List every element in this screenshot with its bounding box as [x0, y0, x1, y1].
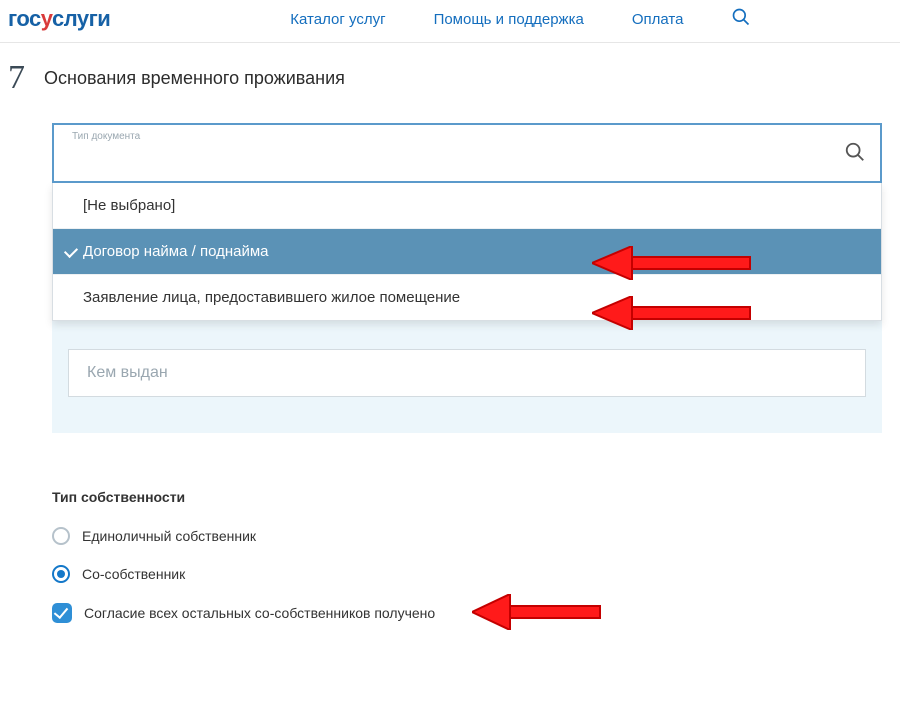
nav-help[interactable]: Помощь и поддержка [434, 11, 584, 28]
radio-sole-owner[interactable] [52, 527, 70, 545]
form-area: Тип документа [Не выбрано] Договор найма… [52, 123, 882, 433]
nav: Каталог услуг Помощь и поддержка Оплата [290, 11, 683, 28]
search-icon [731, 14, 751, 31]
step-number: 7 [8, 61, 44, 95]
ownership-section: Тип собственности Единоличный собственни… [52, 489, 900, 623]
ownership-title: Тип собственности [52, 489, 900, 505]
consent-checkbox-row[interactable]: Согласие всех остальных со-собственников… [52, 603, 900, 623]
select-input[interactable] [54, 125, 880, 181]
radio-sole-owner-label: Единоличный собственник [82, 528, 256, 544]
option-statement[interactable]: Заявление лица, предоставившего жилое по… [53, 274, 881, 320]
logo-part-2: у [41, 6, 52, 31]
consent-label: Согласие всех остальных со-собственников… [84, 605, 435, 621]
radio-co-owner[interactable] [52, 565, 70, 583]
logo: госуслуги [8, 6, 110, 32]
annotation-arrow-3 [472, 594, 602, 630]
logo-part-1: гос [8, 6, 41, 31]
header: госуслуги Каталог услуг Помощь и поддерж… [0, 0, 900, 43]
select-label: Тип документа [72, 131, 140, 142]
select-search-icon [844, 141, 866, 168]
nav-catalog[interactable]: Каталог услуг [290, 11, 385, 28]
issued-by-input[interactable]: Кем выдан [68, 349, 866, 397]
consent-checkbox[interactable] [52, 603, 72, 623]
document-type-dropdown: [Не выбрано] Договор найма / поднайма За… [52, 183, 882, 321]
radio-co-owner-label: Со-собственник [82, 566, 185, 582]
radio-co-owner-row[interactable]: Со-собственник [52, 565, 900, 583]
step-title: Основания временного проживания [44, 61, 345, 89]
document-type-select[interactable]: Тип документа [52, 123, 882, 183]
issued-by-placeholder: Кем выдан [87, 364, 168, 382]
option-none[interactable]: [Не выбрано] [53, 183, 881, 228]
logo-part-3: слуги [52, 6, 110, 31]
nav-payment[interactable]: Оплата [632, 11, 684, 28]
option-rent[interactable]: Договор найма / поднайма [53, 228, 881, 274]
step-header: 7 Основания временного проживания [0, 43, 900, 95]
search-button[interactable] [731, 7, 751, 32]
radio-sole-owner-row[interactable]: Единоличный собственник [52, 527, 900, 545]
